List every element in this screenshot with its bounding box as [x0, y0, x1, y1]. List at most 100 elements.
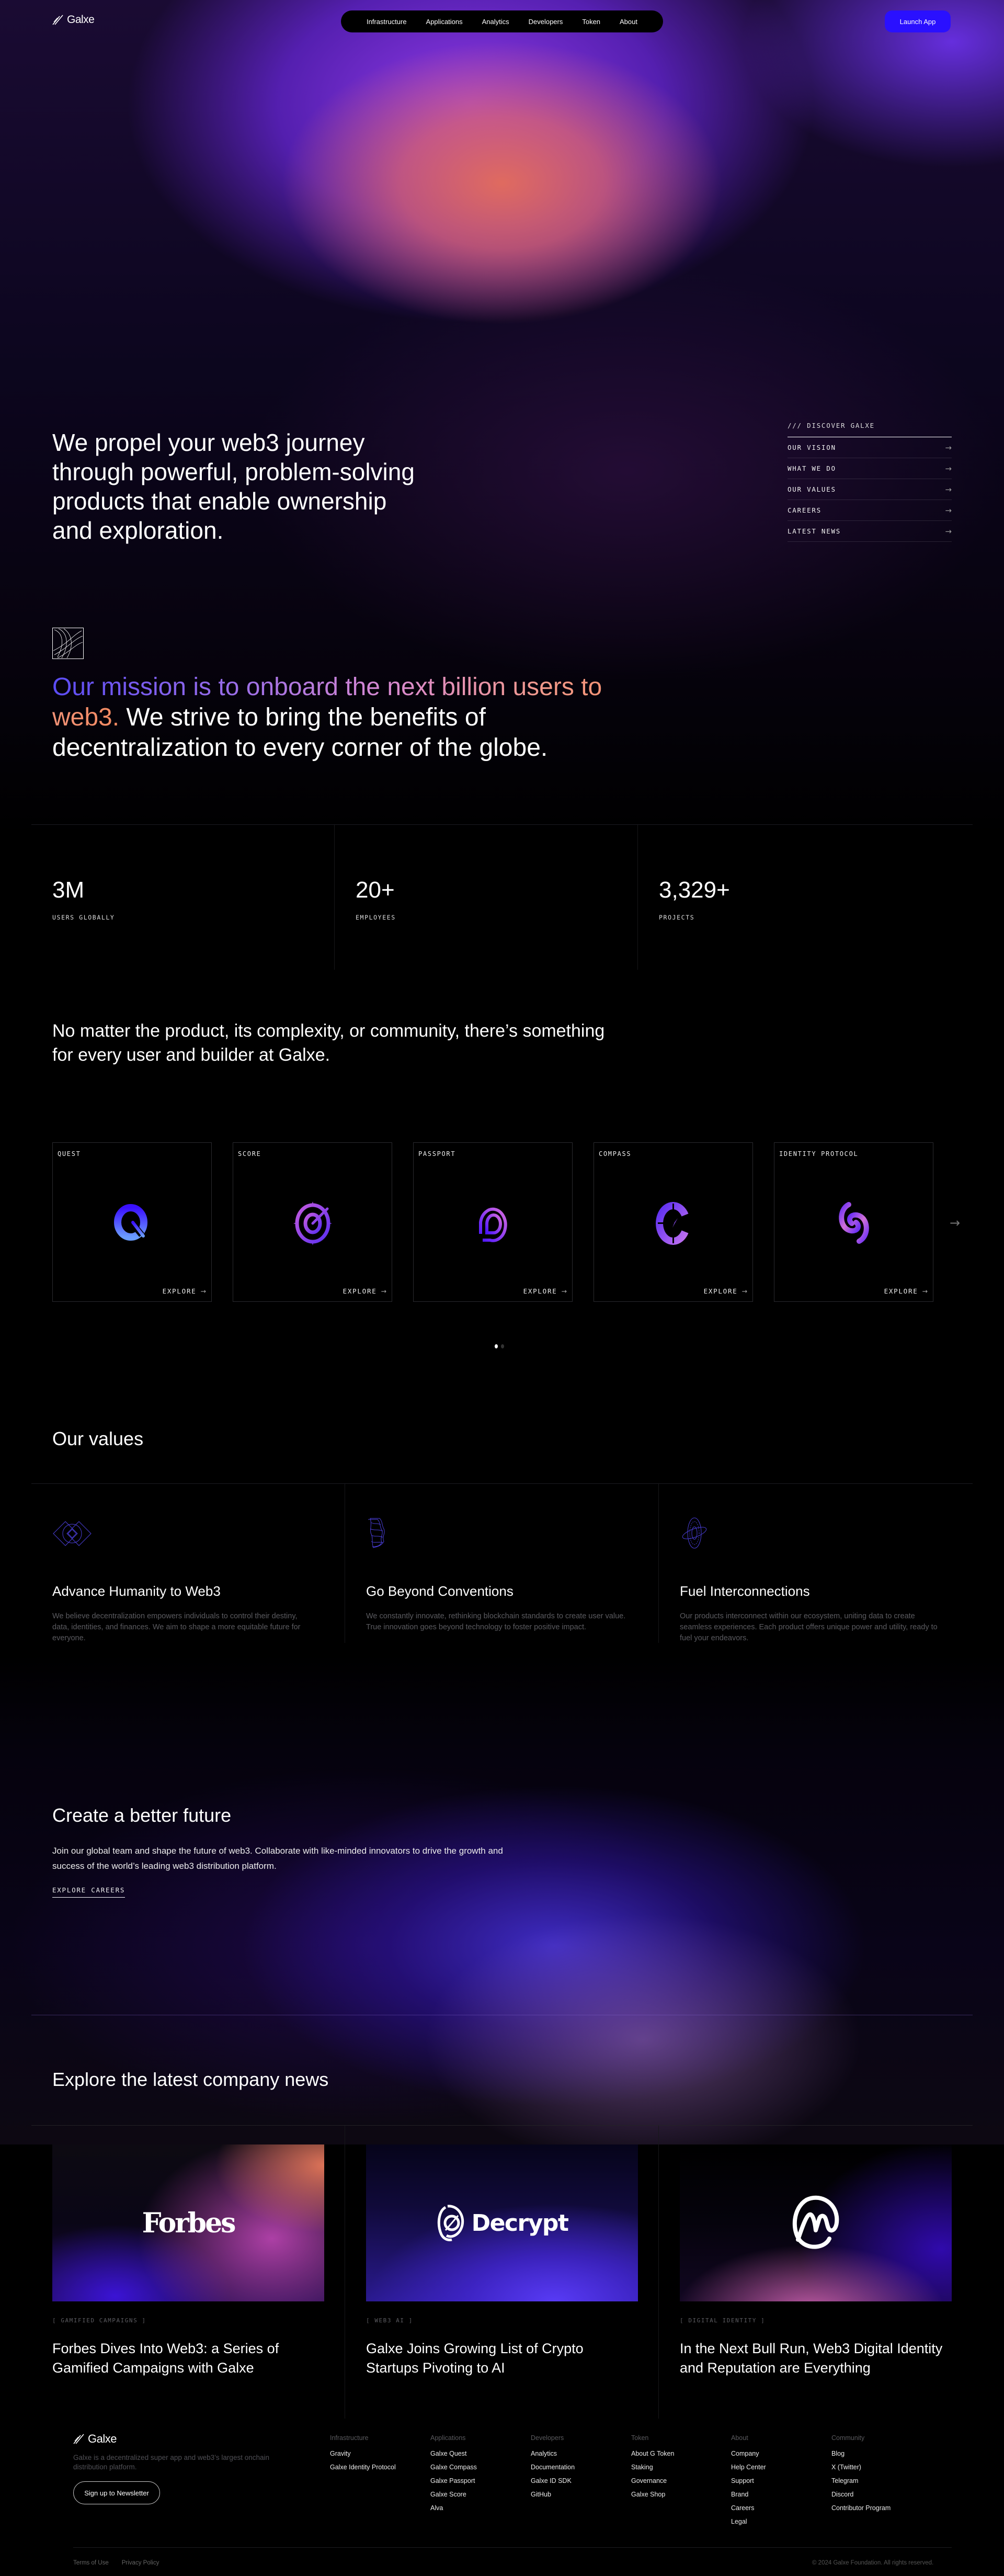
arrow-right-icon: → — [381, 1287, 386, 1295]
privacy-policy-link[interactable]: Privacy Policy — [122, 2560, 159, 2566]
discover-item-label: LATEST NEWS — [788, 527, 841, 535]
nav-item-token[interactable]: Token — [582, 18, 600, 26]
footer-link[interactable]: Gravity — [330, 2447, 424, 2460]
footer-link[interactable]: Contributor Program — [831, 2501, 926, 2515]
product-card-quest[interactable]: QUEST EXPLORE → — [52, 1142, 212, 1302]
news-card[interactable]: Decrypt [ WEB3 AI ] Galxe Joins Growing … — [345, 2126, 659, 2419]
value-card: Fuel Interconnections Our products inter… — [659, 1484, 973, 1643]
footer-link[interactable]: Documentation — [531, 2460, 625, 2474]
product-card-compass[interactable]: COMPASS EXPLORE → — [594, 1142, 753, 1302]
footer-link[interactable]: About G Token — [631, 2447, 725, 2460]
stats-row: 3M USERS GLOBALLY 20+ EMPLOYEES 3,329+ P… — [31, 824, 973, 970]
diamonds-circle-icon — [53, 1521, 92, 1546]
news-card[interactable]: [ DIGITAL IDENTITY ] In the Next Bull Ru… — [659, 2126, 973, 2419]
terms-of-use-link[interactable]: Terms of Use — [73, 2560, 109, 2566]
stat-value: 3,329+ — [659, 877, 730, 903]
carousel-next-arrow-icon[interactable]: → — [950, 1216, 960, 1230]
nav-item-applications[interactable]: Applications — [426, 18, 463, 26]
value-title: Go Beyond Conventions — [366, 1583, 514, 1599]
values-row: Advance Humanity to Web3 We believe dece… — [31, 1483, 973, 1643]
footer-link[interactable]: Help Center — [731, 2460, 825, 2474]
footer-column-about: About Company Help Center Support Brand … — [731, 2434, 825, 2528]
product-card-identity-protocol[interactable]: IDENTITY PROTOCOL EXPLORE → — [774, 1142, 933, 1302]
footer-link[interactable]: Galxe Shop — [631, 2488, 725, 2501]
discover-item-label: CAREERS — [788, 506, 822, 514]
product-label: COMPASS — [599, 1150, 632, 1158]
pagination-dot-1[interactable] — [495, 1344, 498, 1348]
nav-item-developers[interactable]: Developers — [529, 18, 563, 26]
stat-users: 3M USERS GLOBALLY — [31, 825, 335, 970]
news-title: Galxe Joins Growing List of Crypto Start… — [366, 2341, 584, 2376]
nav-item-infrastructure[interactable]: Infrastructure — [367, 18, 407, 26]
galxe-logo[interactable]: Galxe — [52, 14, 95, 26]
news-tag: [ WEB3 AI ] — [366, 2317, 413, 2324]
footer-link[interactable]: Telegram — [831, 2474, 926, 2488]
footer-link[interactable]: Alva — [430, 2501, 524, 2515]
explore-label: EXPLORE — [703, 1287, 738, 1295]
footer-link[interactable]: Galxe Quest — [430, 2447, 524, 2460]
discover-item-our-vision[interactable]: OUR VISION → — [788, 437, 952, 458]
footer-link[interactable]: Galxe Score — [430, 2488, 524, 2501]
value-description: We constantly innovate, rethinking block… — [366, 1612, 626, 1631]
footer-link[interactable]: X (Twitter) — [831, 2460, 926, 2474]
product-label: PASSPORT — [418, 1150, 456, 1158]
footer-link[interactable]: Support — [731, 2474, 825, 2488]
footer-link[interactable]: Blog — [831, 2447, 926, 2460]
stat-label: USERS GLOBALLY — [52, 914, 115, 921]
discover-item-what-we-do[interactable]: WHAT WE DO → — [788, 458, 952, 479]
discover-item-careers[interactable]: CAREERS → — [788, 500, 952, 521]
discover-heading: /// DISCOVER GALXE — [788, 422, 952, 437]
footer-link[interactable]: Galxe Identity Protocol — [330, 2460, 424, 2474]
stat-value: 3M — [52, 877, 85, 903]
footer-link[interactable]: Discord — [831, 2488, 926, 2501]
news-tag: [ GAMIFIED CAMPAIGNS ] — [52, 2317, 146, 2324]
footer-link[interactable]: Analytics — [531, 2447, 625, 2460]
products-heading: No matter the product, its complexity, o… — [52, 1021, 605, 1065]
compass-logo-icon — [656, 1202, 689, 1245]
carousel-pagination — [495, 1344, 504, 1348]
footer-link[interactable]: Legal — [731, 2515, 825, 2528]
product-card-passport[interactable]: PASSPORT EXPLORE → — [413, 1142, 573, 1302]
footer-link[interactable]: Galxe Compass — [430, 2460, 524, 2474]
values-heading: Our values — [52, 1428, 144, 1449]
footer-logo[interactable]: Galxe — [73, 2432, 117, 2446]
footer-legal-links: Terms of Use Privacy Policy — [73, 2560, 159, 2566]
explore-link[interactable]: EXPLORE → — [884, 1287, 928, 1295]
news-title: In the Next Bull Run, Web3 Digital Ident… — [680, 2341, 943, 2376]
score-logo-icon — [293, 1201, 332, 1245]
nav-item-analytics[interactable]: Analytics — [482, 18, 509, 26]
discover-item-our-values[interactable]: OUR VALUES → — [788, 479, 952, 500]
footer-link[interactable]: Galxe Passport — [430, 2474, 524, 2488]
explore-link[interactable]: EXPLORE → — [704, 1287, 747, 1295]
mission-statement: Our mission is to onboard the next billi… — [52, 672, 638, 763]
explore-link[interactable]: EXPLORE → — [523, 1287, 567, 1295]
footer-link[interactable]: Governance — [631, 2474, 725, 2488]
product-label: IDENTITY PROTOCOL — [779, 1150, 859, 1158]
discover-item-label: WHAT WE DO — [788, 464, 836, 472]
footer-link[interactable]: GitHub — [531, 2488, 625, 2501]
discover-item-latest-news[interactable]: LATEST NEWS → — [788, 521, 952, 542]
product-card-score[interactable]: SCORE EXPLORE → — [233, 1142, 392, 1302]
product-label: QUEST — [58, 1150, 81, 1158]
coinmarketcap-logo-icon — [792, 2195, 839, 2249]
explore-link[interactable]: EXPLORE → — [163, 1287, 206, 1295]
decrypt-wordmark: Decrypt — [471, 2209, 569, 2237]
explore-label: EXPLORE — [162, 1287, 197, 1295]
pagination-dot-2[interactable] — [501, 1344, 504, 1348]
footer-link[interactable]: Brand — [731, 2488, 825, 2501]
explore-careers-link[interactable]: EXPLORE CAREERS — [52, 1886, 126, 1898]
value-description: Our products interconnect within our eco… — [680, 1612, 938, 1642]
explore-link[interactable]: EXPLORE → — [343, 1287, 386, 1295]
footer-link[interactable]: Company — [731, 2447, 825, 2460]
decrypt-mark-icon — [437, 2205, 464, 2241]
footer-link[interactable]: Galxe ID SDK — [531, 2474, 625, 2488]
launch-app-button[interactable]: Launch App — [885, 10, 951, 32]
newsletter-signup-button[interactable]: Sign up to Newsletter — [73, 2481, 160, 2504]
arrow-right-icon: → — [945, 526, 952, 536]
footer-link[interactable]: Careers — [731, 2501, 825, 2515]
footer-link[interactable]: Staking — [631, 2460, 725, 2474]
news-card[interactable]: Forbes [ GAMIFIED CAMPAIGNS ] Forbes Div… — [31, 2126, 345, 2419]
news-heading: Explore the latest company news — [52, 2069, 329, 2090]
nav-item-about[interactable]: About — [620, 18, 637, 26]
arrow-right-icon: → — [945, 442, 952, 452]
